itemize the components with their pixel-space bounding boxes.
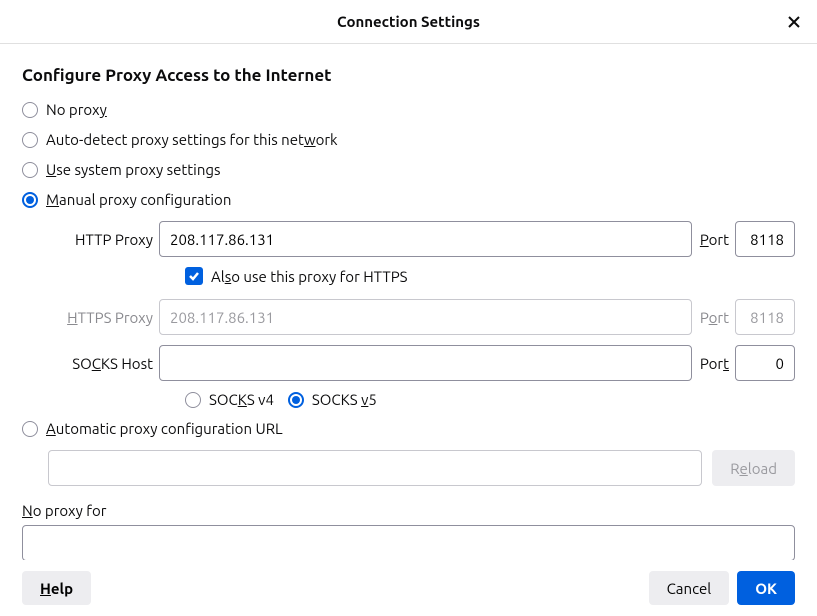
https-port-label: Port [700, 309, 729, 326]
radio-no-proxy[interactable]: No proxy [22, 101, 795, 118]
http-proxy-port-input[interactable] [735, 221, 795, 257]
radio-label: Auto-detect proxy settings for this netw… [46, 131, 338, 148]
radio-pac[interactable]: Automatic proxy configuration URL [22, 420, 795, 437]
manual-proxy-form: HTTP Proxy Port Also use this proxy for … [48, 221, 795, 408]
check-icon [188, 270, 200, 282]
share-proxy-checkbox [185, 267, 203, 285]
socks-host-input[interactable] [159, 345, 692, 381]
dialog-title: Connection Settings [337, 13, 480, 30]
dialog-content: Configure Proxy Access to the Internet N… [0, 44, 817, 560]
socks-host-row: SOCKS Host Port [48, 345, 795, 381]
http-proxy-host-input[interactable] [159, 221, 692, 257]
http-port-label: Port [700, 231, 729, 248]
ok-button[interactable]: OK [737, 571, 795, 605]
socks-host-label: SOCKS Host [48, 355, 153, 372]
no-proxy-for-label: No proxy for [22, 502, 795, 519]
radio-label: No proxy [46, 101, 107, 118]
radio-label: Manual proxy configuration [46, 191, 231, 208]
radio-indicator [22, 192, 38, 208]
share-proxy-label: Also use this proxy for HTTPS [211, 268, 408, 285]
https-proxy-port-input [735, 299, 795, 335]
https-proxy-host-input [159, 299, 692, 335]
no-proxy-for-input[interactable] [22, 525, 795, 560]
radio-indicator [22, 102, 38, 118]
dialog-titlebar: Connection Settings [0, 0, 817, 44]
http-proxy-row: HTTP Proxy Port [48, 221, 795, 257]
reload-button: Reload [712, 450, 795, 486]
radio-indicator [22, 162, 38, 178]
socks-port-input[interactable] [735, 345, 795, 381]
https-proxy-label: HTTPS Proxy [48, 309, 153, 326]
share-proxy-checkbox-row[interactable]: Also use this proxy for HTTPS [185, 267, 795, 285]
radio-label: SOCKS v4 [209, 391, 274, 408]
radio-indicator [185, 392, 201, 408]
help-button[interactable]: Help [22, 571, 91, 605]
radio-label: SOCKS v5 [312, 391, 377, 408]
radio-socks-v5[interactable]: SOCKS v5 [288, 391, 377, 408]
radio-label: Use system proxy settings [46, 161, 221, 178]
radio-auto-detect[interactable]: Auto-detect proxy settings for this netw… [22, 131, 795, 148]
radio-label: Automatic proxy configuration URL [46, 420, 283, 437]
radio-manual-proxy[interactable]: Manual proxy configuration [22, 191, 795, 208]
dialog-footer: Help Cancel OK [0, 560, 817, 616]
http-proxy-label: HTTP Proxy [48, 231, 153, 248]
radio-indicator [22, 132, 38, 148]
https-proxy-row: HTTPS Proxy Port [48, 299, 795, 335]
close-button[interactable] [785, 13, 803, 31]
cancel-button[interactable]: Cancel [649, 571, 730, 605]
socks-port-label: Port [700, 355, 729, 372]
radio-socks-v4[interactable]: SOCKS v4 [185, 391, 274, 408]
section-heading: Configure Proxy Access to the Internet [22, 66, 795, 85]
close-icon [787, 15, 801, 29]
radio-indicator [22, 421, 38, 437]
radio-system-proxy[interactable]: Use system proxy settings [22, 161, 795, 178]
pac-url-input [48, 450, 702, 486]
pac-url-row: Reload [48, 450, 795, 486]
socks-version-row: SOCKS v4 SOCKS v5 [185, 391, 795, 408]
radio-indicator [288, 392, 304, 408]
